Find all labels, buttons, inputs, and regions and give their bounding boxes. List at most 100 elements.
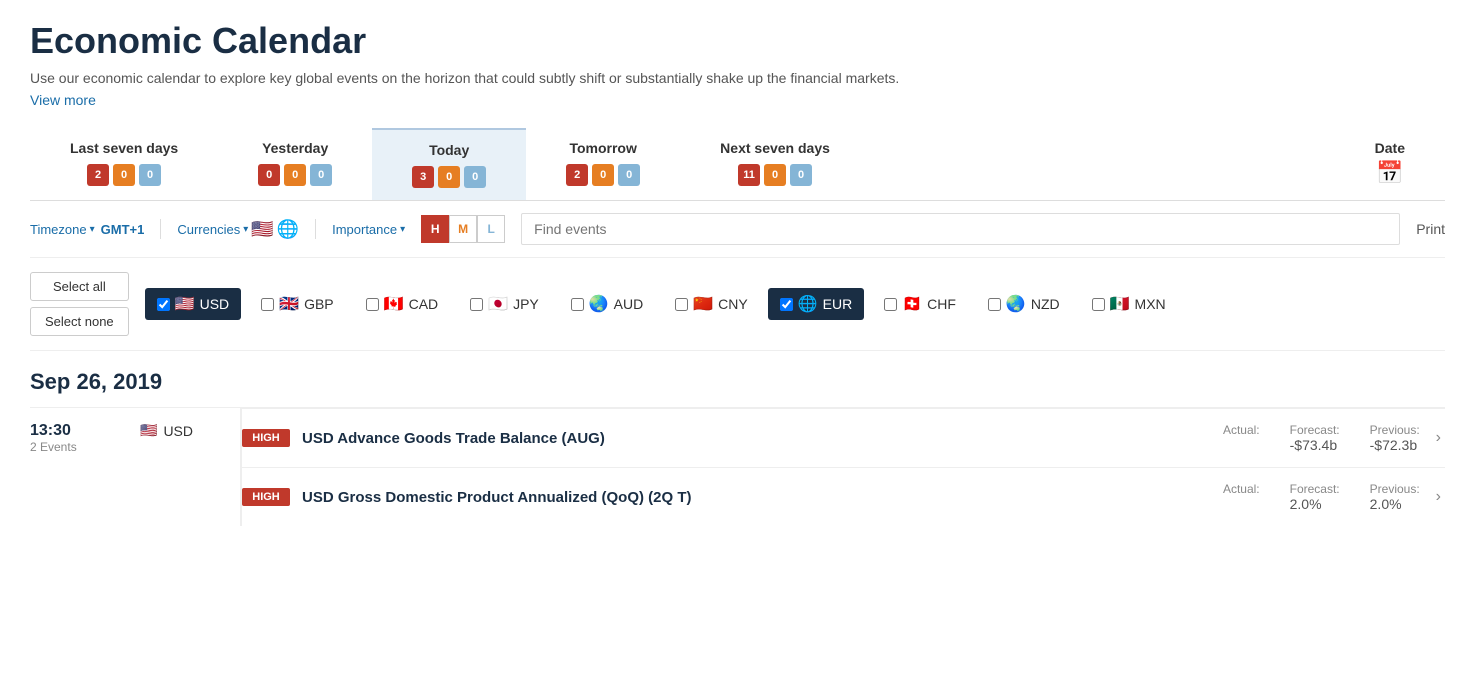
currency-eur[interactable]: 🌐 EUR: [768, 288, 864, 320]
tab-last7[interactable]: Last seven days 2 0 0: [30, 128, 218, 200]
currency-aud-label: AUD: [614, 296, 644, 312]
importance-low-btn[interactable]: L: [477, 215, 505, 243]
currency-nzd-checkbox[interactable]: [988, 298, 1001, 311]
select-none-button[interactable]: Select none: [30, 307, 129, 336]
event-1-stats: Actual: Forecast: -$73.4b Previous: -$72…: [1223, 423, 1420, 453]
flag-eu-icon: 🌐: [277, 219, 299, 240]
timezone-value: GMT+1: [101, 222, 145, 237]
badge-red-yesterday: 0: [258, 164, 280, 186]
event-2-previous-label: Previous:: [1370, 482, 1420, 496]
badge-red-last7: 2: [87, 164, 109, 186]
event-currency-flag-icon: 🇺🇸: [140, 422, 157, 439]
currencies-chevron-icon: ▾: [243, 224, 248, 235]
tab-date[interactable]: Date 📅: [1335, 128, 1445, 200]
event-2-actual: Actual:: [1223, 482, 1260, 512]
event-row-2: HIGH USD Gross Domestic Product Annualiz…: [242, 467, 1445, 526]
badge-orange-tomorrow: 0: [592, 164, 614, 186]
currency-gbp-checkbox[interactable]: [261, 298, 274, 311]
tab-next7-label: Next seven days: [720, 140, 830, 156]
event-2-previous-value: 2.0%: [1370, 496, 1402, 512]
currency-mxn-checkbox[interactable]: [1092, 298, 1105, 311]
currency-cad[interactable]: 🇨🇦 CAD: [354, 288, 450, 320]
currencies-label: Currencies: [177, 222, 240, 237]
importance-buttons: H M L: [421, 215, 505, 243]
view-more-link[interactable]: View more: [30, 92, 96, 108]
event-row-2-inner: HIGH USD Gross Domestic Product Annualiz…: [242, 482, 1445, 512]
date-label: Sep 26, 2019: [30, 369, 1445, 395]
event-1-forecast-value: -$73.4b: [1290, 437, 1337, 453]
currency-chf-label: CHF: [927, 296, 956, 312]
chevron-down-icon: ▾: [90, 224, 95, 235]
event-1-actual-label: Actual:: [1223, 423, 1260, 437]
event-2-previous: Previous: 2.0%: [1370, 482, 1420, 512]
page-title: Economic Calendar: [30, 20, 1445, 62]
search-input[interactable]: [521, 213, 1400, 245]
flag-jpy-icon: 🇯🇵: [488, 294, 508, 314]
filter-divider-2: [315, 219, 316, 239]
tab-next7-badges: 11 0 0: [738, 164, 812, 186]
currency-mxn[interactable]: 🇲🇽 MXN: [1080, 288, 1178, 320]
tab-yesterday[interactable]: Yesterday 0 0 0: [218, 128, 372, 200]
currency-mxn-label: MXN: [1135, 296, 1166, 312]
currency-eur-checkbox[interactable]: [780, 298, 793, 311]
importance-medium-btn[interactable]: M: [449, 215, 477, 243]
select-all-button[interactable]: Select all: [30, 272, 129, 301]
currency-jpy-checkbox[interactable]: [470, 298, 483, 311]
tab-last7-label: Last seven days: [70, 140, 178, 156]
currencies-filter[interactable]: Currencies ▾ 🇺🇸 🌐: [177, 219, 299, 240]
currency-jpy-label: JPY: [513, 296, 539, 312]
importance-filter-label: Importance ▾: [332, 222, 405, 237]
event-1-expand-button[interactable]: ›: [1432, 425, 1445, 451]
event-1-previous: Previous: -$72.3b: [1370, 423, 1420, 453]
event-count: 2 Events: [30, 440, 120, 454]
currency-usd[interactable]: 🇺🇸 USD: [145, 288, 241, 320]
currency-jpy[interactable]: 🇯🇵 JPY: [458, 288, 551, 320]
event-currency-label: USD: [163, 423, 193, 439]
tab-today-badges: 3 0 0: [412, 166, 486, 188]
currency-eur-label: EUR: [823, 296, 853, 312]
flag-chf-icon: 🇨🇭: [902, 294, 922, 314]
calendar-icon: 📅: [1376, 160, 1403, 186]
currency-cny-checkbox[interactable]: [675, 298, 688, 311]
currency-aud-checkbox[interactable]: [571, 298, 584, 311]
flag-usd-icon: 🇺🇸: [175, 294, 195, 314]
timezone-filter[interactable]: Timezone ▾ GMT+1: [30, 222, 144, 237]
event-1-actual: Actual:: [1223, 423, 1260, 453]
tab-next7[interactable]: Next seven days 11 0 0: [680, 128, 870, 200]
event-2-forecast-label: Forecast:: [1290, 482, 1340, 496]
page-container: Economic Calendar Use our economic calen…: [0, 0, 1475, 554]
currency-aud[interactable]: 🌏 AUD: [559, 288, 655, 320]
event-time-area: 13:30 2 Events 🇺🇸 USD: [30, 408, 230, 526]
filter-divider-1: [160, 219, 161, 239]
currency-cad-checkbox[interactable]: [366, 298, 379, 311]
event-row-1-inner: HIGH USD Advance Goods Trade Balance (AU…: [242, 423, 1445, 453]
currency-cny[interactable]: 🇨🇳 CNY: [663, 288, 759, 320]
currency-gbp-label: GBP: [304, 296, 334, 312]
currency-gbp[interactable]: 🇬🇧 GBP: [249, 288, 346, 320]
badge-blue-next7: 0: [790, 164, 812, 186]
event-row-1: HIGH USD Advance Goods Trade Balance (AU…: [242, 408, 1445, 467]
page-description: Use our economic calendar to explore key…: [30, 70, 1445, 86]
event-time-block: 13:30 2 Events: [30, 422, 120, 454]
tab-yesterday-badges: 0 0 0: [258, 164, 332, 186]
tab-tomorrow[interactable]: Tomorrow 2 0 0: [526, 128, 680, 200]
badge-red-tomorrow: 2: [566, 164, 588, 186]
currency-usd-checkbox[interactable]: [157, 298, 170, 311]
event-1-previous-value: -$72.3b: [1370, 437, 1417, 453]
tab-today[interactable]: Today 3 0 0: [372, 128, 526, 200]
currency-usd-label: USD: [200, 296, 230, 312]
flag-cny-icon: 🇨🇳: [693, 294, 713, 314]
importance-label: Importance: [332, 222, 397, 237]
filters-row: Timezone ▾ GMT+1 Currencies ▾ 🇺🇸 🌐 Impor…: [30, 201, 1445, 258]
currency-chf[interactable]: 🇨🇭 CHF: [872, 288, 968, 320]
event-1-forecast-label: Forecast:: [1290, 423, 1340, 437]
importance-high-btn[interactable]: H: [421, 215, 449, 243]
event-2-expand-button[interactable]: ›: [1432, 484, 1445, 510]
currency-chf-checkbox[interactable]: [884, 298, 897, 311]
date-section: Sep 26, 2019 13:30 2 Events 🇺🇸 USD: [30, 351, 1445, 534]
currency-nzd[interactable]: 🌏 NZD: [976, 288, 1072, 320]
print-button[interactable]: Print: [1416, 221, 1445, 237]
tabs-row: Last seven days 2 0 0 Yesterday 0 0 0 To…: [30, 128, 1445, 201]
tab-tomorrow-label: Tomorrow: [569, 140, 636, 156]
event-1-importance-badge: HIGH: [242, 429, 290, 447]
